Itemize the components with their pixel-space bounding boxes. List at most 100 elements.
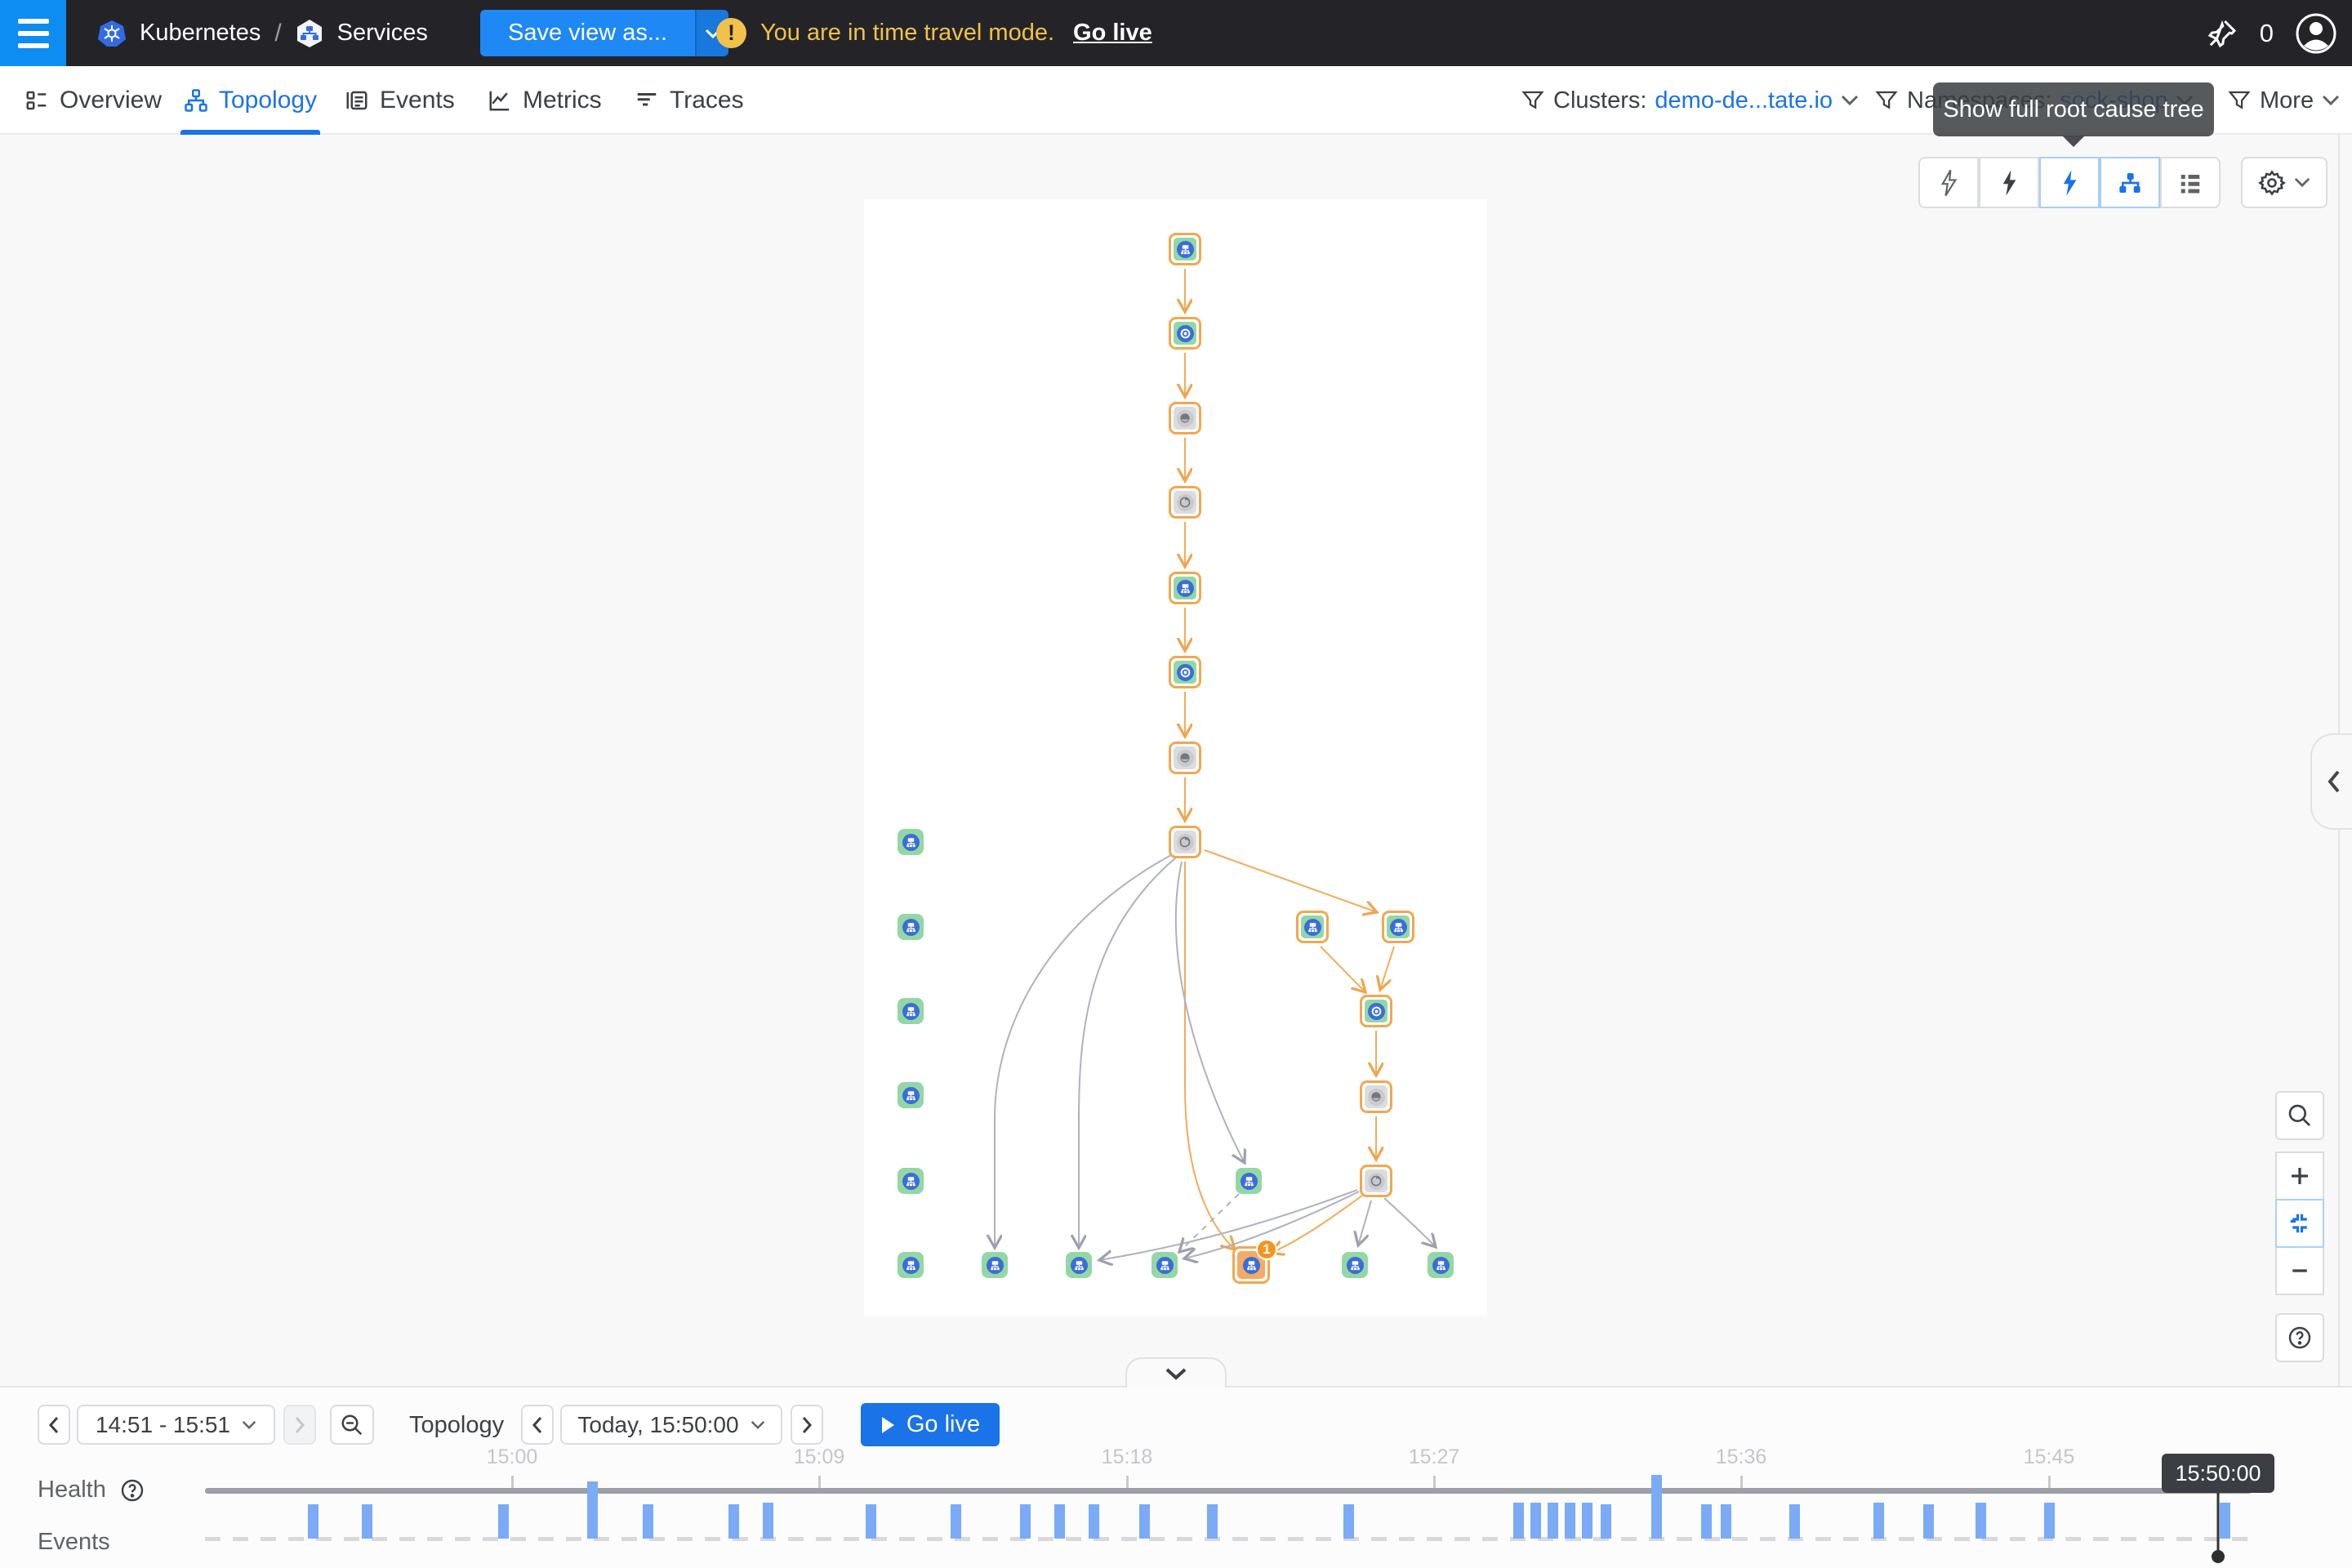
- events-bar[interactable]: [1721, 1504, 1731, 1539]
- timestamp-dropdown[interactable]: Today, 15:50:00: [560, 1405, 782, 1445]
- list-view-button[interactable]: [2160, 157, 2221, 208]
- events-bar[interactable]: [1651, 1475, 1662, 1539]
- events-bar[interactable]: [728, 1504, 739, 1539]
- current-time-badge[interactable]: 15:50:00: [2162, 1454, 2274, 1493]
- current-time-handle[interactable]: [2212, 1550, 2225, 1563]
- topology-node-deployment-c2[interactable]: [1169, 317, 1201, 350]
- events-bar[interactable]: [1089, 1504, 1099, 1539]
- time-range-next-button[interactable]: [283, 1405, 316, 1445]
- events-bar[interactable]: [1054, 1504, 1065, 1539]
- save-view-as-button[interactable]: Save view as...: [480, 10, 728, 56]
- root-cause-partial-button[interactable]: [1979, 157, 2039, 208]
- tab-metrics[interactable]: Metrics: [488, 66, 602, 135]
- save-view-as-label[interactable]: Save view as...: [480, 10, 695, 56]
- help-circle-icon[interactable]: [119, 1477, 145, 1503]
- topology-node-service-l3[interactable]: [898, 998, 924, 1024]
- events-bar[interactable]: [1530, 1503, 1541, 1539]
- events-bar[interactable]: [2044, 1503, 2055, 1539]
- events-bar[interactable]: [1020, 1504, 1031, 1539]
- tab-events[interactable]: Events: [345, 66, 455, 135]
- events-bar[interactable]: [587, 1481, 598, 1539]
- timeline-zoom-out-button[interactable]: [330, 1405, 374, 1445]
- more-filters[interactable]: More: [2227, 66, 2340, 135]
- breadcrumb-app[interactable]: Kubernetes: [140, 20, 261, 47]
- topology-node-service-m1[interactable]: [1236, 1168, 1262, 1194]
- settings-button[interactable]: [2241, 157, 2328, 208]
- topology-node-replicaset-r4[interactable]: [1360, 1080, 1392, 1113]
- tab-overview[interactable]: Overview: [24, 66, 162, 135]
- zoom-in-button[interactable]: [2275, 1152, 2324, 1200]
- events-bar[interactable]: [643, 1504, 653, 1539]
- events-bar[interactable]: [2220, 1503, 2230, 1539]
- topology-node-service-b4[interactable]: [1152, 1252, 1178, 1278]
- events-bar[interactable]: [498, 1504, 509, 1539]
- events-bar[interactable]: [1343, 1504, 1354, 1539]
- topology-node-service-r1[interactable]: [1296, 911, 1329, 943]
- timestamp-prev-button[interactable]: [521, 1405, 554, 1445]
- events-bar[interactable]: [1701, 1504, 1712, 1539]
- topology-node-deployment-c6[interactable]: [1169, 656, 1201, 688]
- topology-node-service-b3[interactable]: [1066, 1252, 1092, 1278]
- topology-node-service-l1[interactable]: [898, 829, 924, 855]
- fit-to-screen-button[interactable]: [2275, 1199, 2324, 1248]
- user-avatar[interactable]: [2295, 12, 2337, 55]
- events-bar[interactable]: [1139, 1504, 1150, 1539]
- go-live-button[interactable]: Go live: [861, 1403, 1000, 1446]
- events-bar[interactable]: [1873, 1503, 1884, 1539]
- root-cause-off-button[interactable]: [1918, 157, 1979, 208]
- events-bar[interactable]: [1513, 1503, 1524, 1539]
- time-range-dropdown[interactable]: 14:51 - 15:51: [77, 1405, 275, 1445]
- pin-icon[interactable]: [2206, 17, 2238, 50]
- topology-node-pod-c4[interactable]: [1169, 486, 1201, 519]
- topology-node-service-l2[interactable]: [898, 914, 924, 940]
- help-button[interactable]: [2275, 1313, 2324, 1362]
- topology-node-service-b2[interactable]: [982, 1252, 1008, 1278]
- events-bar[interactable]: [1207, 1504, 1218, 1539]
- hamburger-menu-button[interactable]: [0, 0, 66, 66]
- collapse-bottom-panel-button[interactable]: [1125, 1357, 1227, 1388]
- events-bar[interactable]: [308, 1504, 318, 1539]
- timestamp-next-button[interactable]: [791, 1405, 823, 1445]
- tree-layout-button[interactable]: [2100, 157, 2160, 208]
- current-time-line[interactable]: [2217, 1492, 2220, 1551]
- events-bar[interactable]: [1976, 1503, 1986, 1539]
- topology-canvas[interactable]: 1: [864, 199, 1487, 1316]
- topology-node-replicaset-c7[interactable]: [1169, 742, 1201, 774]
- events-bar[interactable]: [763, 1503, 773, 1539]
- health-timeline-line[interactable]: [205, 1488, 2252, 1494]
- events-bar[interactable]: [1548, 1503, 1558, 1539]
- events-bar[interactable]: [1565, 1503, 1575, 1539]
- topology-node-service-r2[interactable]: [1382, 911, 1414, 943]
- events-bar[interactable]: [1789, 1504, 1800, 1539]
- tab-topology[interactable]: Topology: [184, 66, 317, 135]
- search-button[interactable]: [2275, 1091, 2324, 1140]
- topology-node-service-b6[interactable]: [1342, 1252, 1368, 1278]
- go-live-link[interactable]: Go live: [1073, 20, 1152, 47]
- topology-node-service-c1[interactable]: [1169, 233, 1201, 265]
- topology-node-pod-r5[interactable]: [1360, 1165, 1392, 1197]
- clusters-filter[interactable]: Clusters: demo-de...tate.io: [1521, 66, 1859, 135]
- events-bar[interactable]: [951, 1504, 961, 1539]
- root-cause-full-button[interactable]: [2039, 157, 2100, 208]
- clusters-value[interactable]: demo-de...tate.io: [1655, 87, 1833, 114]
- topology-node-pod-c8[interactable]: [1169, 826, 1201, 858]
- topology-node-service-b5[interactable]: 1: [1232, 1246, 1270, 1284]
- events-bar[interactable]: [1601, 1504, 1611, 1539]
- expand-right-panel-button[interactable]: [2310, 733, 2352, 830]
- zoom-out-button[interactable]: [2275, 1246, 2324, 1295]
- service-icon: [1390, 919, 1407, 936]
- topology-node-deployment-r3[interactable]: [1360, 995, 1392, 1027]
- topology-node-replicaset-c3[interactable]: [1169, 402, 1201, 434]
- events-bar[interactable]: [866, 1504, 876, 1539]
- events-bar[interactable]: [1582, 1503, 1592, 1539]
- topology-node-service-l4[interactable]: [898, 1082, 924, 1108]
- events-bar[interactable]: [362, 1504, 372, 1539]
- topology-node-service-l5[interactable]: [898, 1168, 924, 1194]
- topology-node-service-c5[interactable]: [1169, 572, 1201, 604]
- topology-node-service-b7[interactable]: [1428, 1252, 1454, 1278]
- tab-traces[interactable]: Traces: [635, 66, 744, 135]
- topology-node-service-b1[interactable]: [898, 1252, 924, 1278]
- breadcrumb-page[interactable]: Services: [337, 20, 428, 47]
- time-range-prev-button[interactable]: [38, 1405, 70, 1445]
- events-bar[interactable]: [1923, 1504, 1934, 1539]
